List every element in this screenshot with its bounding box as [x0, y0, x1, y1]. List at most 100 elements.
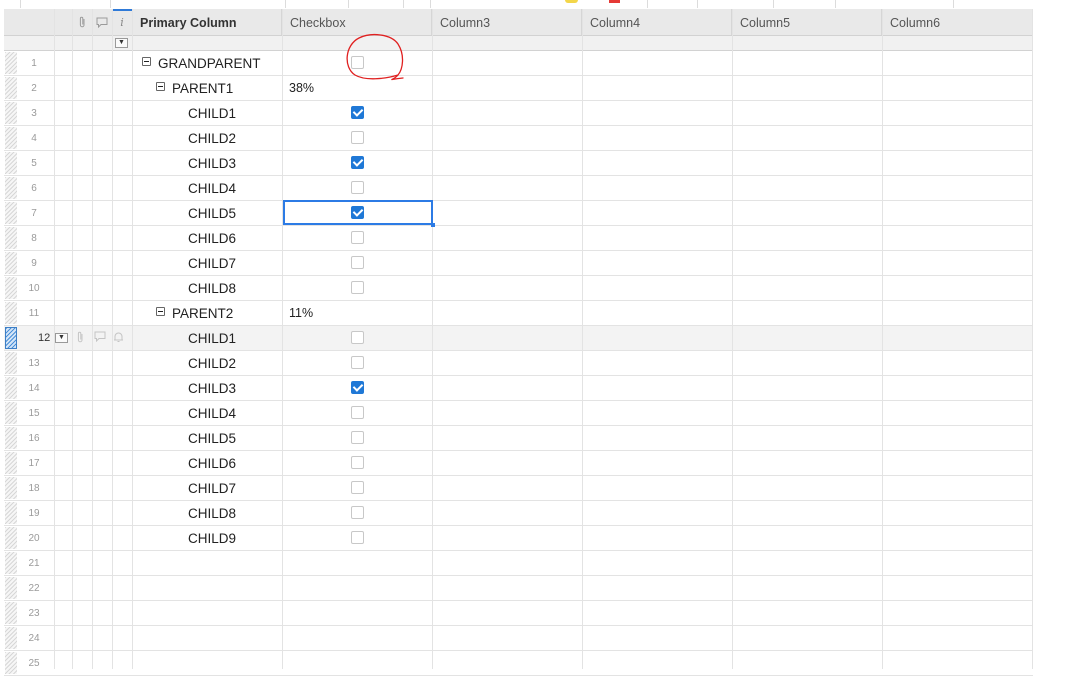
row-drag-handle[interactable] — [5, 627, 17, 649]
table-row[interactable]: 15CHILD4 — [4, 401, 1033, 426]
row-drag-handle[interactable] — [5, 527, 17, 549]
collapse-toggle-icon[interactable] — [156, 82, 165, 91]
table-row[interactable]: 14CHILD3 — [4, 376, 1033, 401]
rollup-percentage[interactable]: 11% — [289, 301, 313, 325]
primary-cell-text[interactable]: CHILD6 — [188, 451, 236, 475]
row-drag-handle[interactable] — [5, 102, 17, 124]
primary-cell-text[interactable]: CHILD1 — [188, 101, 236, 125]
row-drag-handle[interactable] — [5, 477, 17, 499]
table-row[interactable]: 11PARENT211% — [4, 301, 1033, 326]
row-checkbox[interactable] — [351, 231, 364, 244]
primary-cell-text[interactable]: CHILD4 — [188, 176, 236, 200]
row-checkbox[interactable] — [351, 406, 364, 419]
table-row[interactable]: 18CHILD7 — [4, 476, 1033, 501]
primary-cell-text[interactable]: GRANDPARENT — [158, 51, 261, 75]
header-column5[interactable]: Column5 — [732, 9, 882, 35]
primary-cell-text[interactable]: CHILD5 — [188, 201, 236, 225]
row-checkbox[interactable] — [351, 131, 364, 144]
table-row[interactable]: 9CHILD7 — [4, 251, 1033, 276]
row-drag-handle[interactable] — [5, 352, 17, 374]
row-drag-handle[interactable] — [5, 302, 17, 324]
primary-cell-text[interactable]: CHILD8 — [188, 501, 236, 525]
table-row[interactable]: 3CHILD1 — [4, 101, 1033, 126]
row-reminder-bell-icon[interactable] — [113, 331, 124, 346]
table-row[interactable]: 19CHILD8 — [4, 501, 1033, 526]
table-row[interactable]: 17CHILD6 — [4, 451, 1033, 476]
row-drag-handle[interactable] — [5, 277, 17, 299]
header-column4[interactable]: Column4 — [582, 9, 732, 35]
table-row[interactable]: 24 — [4, 626, 1033, 651]
row-drag-handle[interactable] — [5, 577, 17, 599]
primary-cell-text[interactable]: CHILD9 — [188, 526, 236, 550]
header-column6[interactable]: Column6 — [882, 9, 1033, 35]
table-row[interactable]: 6CHILD4 — [4, 176, 1033, 201]
row-checkbox[interactable] — [351, 506, 364, 519]
row-drag-handle[interactable] — [5, 427, 17, 449]
primary-cell-text[interactable]: PARENT2 — [172, 301, 233, 325]
info-icon[interactable]: i — [112, 9, 133, 35]
collapse-toggle-icon[interactable] — [156, 307, 165, 316]
primary-cell-text[interactable]: PARENT1 — [172, 76, 233, 100]
row-drag-handle[interactable] — [5, 452, 17, 474]
row-checkbox[interactable] — [351, 481, 364, 494]
primary-cell-text[interactable]: CHILD2 — [188, 126, 236, 150]
row-checkbox[interactable] — [351, 356, 364, 369]
primary-cell-text[interactable]: CHILD5 — [188, 426, 236, 450]
primary-cell-text[interactable]: CHILD7 — [188, 476, 236, 500]
row-drag-handle[interactable] — [5, 52, 17, 74]
table-row[interactable]: 20CHILD9 — [4, 526, 1033, 551]
row-drag-handle[interactable] — [5, 77, 17, 99]
toolbar-red-icon[interactable] — [609, 0, 620, 3]
toolbar-yellow-icon[interactable] — [565, 0, 578, 3]
header-column3[interactable]: Column3 — [432, 9, 582, 35]
row-drag-handle[interactable] — [5, 202, 17, 224]
row-drag-handle[interactable] — [5, 652, 17, 674]
primary-cell-text[interactable]: CHILD2 — [188, 351, 236, 375]
row-drag-handle[interactable] — [5, 602, 17, 624]
row-checkbox[interactable] — [351, 431, 364, 444]
row-drag-handle[interactable] — [5, 377, 17, 399]
attachment-icon[interactable] — [72, 9, 93, 35]
row-checkbox[interactable] — [351, 381, 364, 394]
row-drag-handle[interactable] — [5, 177, 17, 199]
row-attachment-icon[interactable] — [76, 331, 85, 346]
row-drag-handle[interactable] — [5, 127, 17, 149]
primary-cell-text[interactable]: CHILD1 — [188, 326, 236, 350]
table-row[interactable]: 7CHILD5 — [4, 201, 1033, 226]
row-checkbox[interactable] — [351, 256, 364, 269]
table-row[interactable]: 22 — [4, 576, 1033, 601]
active-cell-selection[interactable] — [283, 200, 433, 225]
row-drag-handle[interactable] — [5, 402, 17, 424]
primary-cell-text[interactable]: CHILD6 — [188, 226, 236, 250]
primary-cell-text[interactable]: CHILD4 — [188, 401, 236, 425]
table-row[interactable]: 25 — [4, 651, 1033, 676]
row-drag-handle[interactable] — [5, 552, 17, 574]
table-row[interactable]: 4CHILD2 — [4, 126, 1033, 151]
row-checkbox[interactable] — [351, 181, 364, 194]
column-menu-dropdown-icon[interactable]: ▼ — [115, 38, 128, 48]
row-comment-icon[interactable] — [94, 331, 106, 345]
table-row[interactable]: 8CHILD6 — [4, 226, 1033, 251]
row-drag-handle[interactable] — [5, 502, 17, 524]
row-drag-handle[interactable] — [5, 227, 17, 249]
primary-cell-text[interactable]: CHILD7 — [188, 251, 236, 275]
table-row[interactable]: 12▼CHILD1 — [4, 326, 1033, 351]
row-drag-handle[interactable] — [5, 327, 17, 349]
row-drag-handle[interactable] — [5, 252, 17, 274]
table-row[interactable]: 16CHILD5 — [4, 426, 1033, 451]
row-menu-dropdown-icon[interactable]: ▼ — [55, 333, 68, 343]
row-checkbox[interactable] — [351, 456, 364, 469]
row-drag-handle[interactable] — [5, 152, 17, 174]
table-row[interactable]: 10CHILD8 — [4, 276, 1033, 301]
row-checkbox[interactable] — [351, 281, 364, 294]
primary-cell-text[interactable]: CHILD3 — [188, 376, 236, 400]
row-checkbox[interactable] — [351, 106, 364, 119]
row-checkbox[interactable] — [351, 531, 364, 544]
primary-cell-text[interactable]: CHILD3 — [188, 151, 236, 175]
header-primary-column[interactable]: Primary Column — [132, 9, 282, 35]
table-row[interactable]: 5CHILD3 — [4, 151, 1033, 176]
table-row[interactable]: 23 — [4, 601, 1033, 626]
row-checkbox[interactable] — [351, 156, 364, 169]
table-row[interactable]: 1GRANDPARENT — [4, 51, 1033, 76]
rollup-percentage[interactable]: 38% — [289, 76, 314, 100]
